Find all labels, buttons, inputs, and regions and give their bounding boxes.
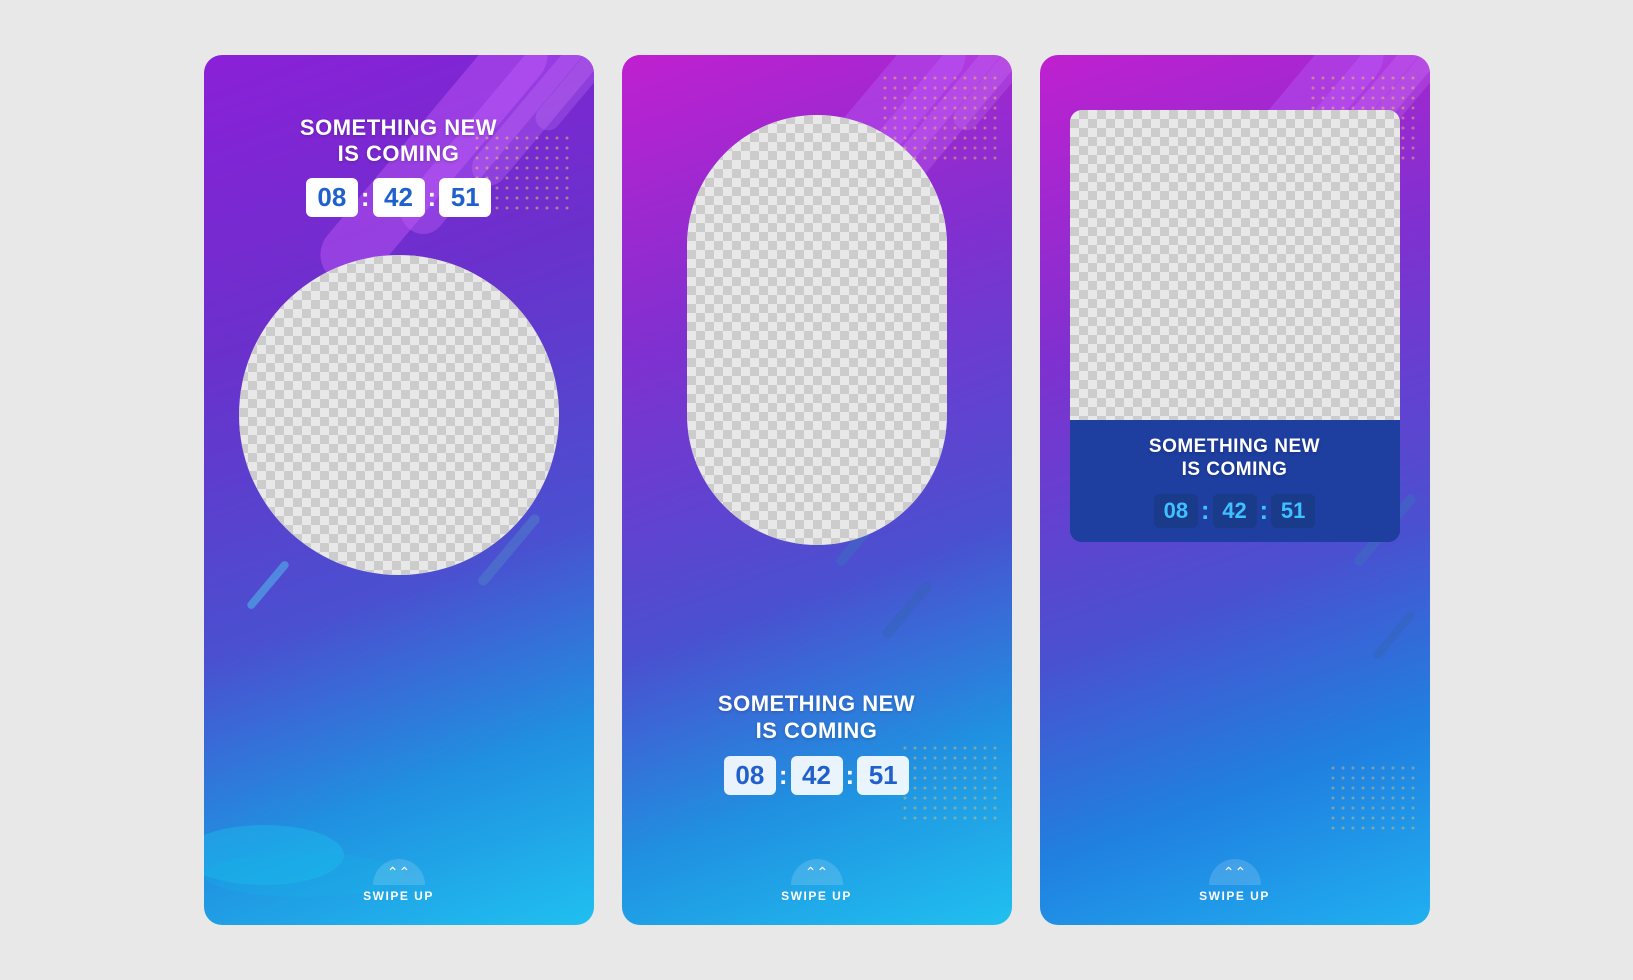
card3-hours: 08 [1154,494,1198,528]
card3-minutes: 42 [1213,494,1257,528]
card3-swipe-circle: ⌃⌃ [1209,859,1261,885]
card1-heading: SOMETHING NEW IS COMING [204,115,594,168]
card1-timer: 08 : 42 : 51 [204,178,594,217]
card2-heading: SOMETHING NEW IS COMING [622,691,1012,744]
card3-swipe-up[interactable]: ⌃⌃ SWIPE UP [1040,859,1430,903]
card3-swipe-label: SWIPE UP [1199,889,1270,903]
card2-colon2: : [846,760,855,791]
card3-timer: 08 : 42 : 51 [1086,494,1384,528]
card1-image-placeholder [239,255,559,575]
card2-colon1: : [779,760,788,791]
card2-image-placeholder [687,115,947,545]
card2-swipe-circle: ⌃⌃ [791,859,843,885]
card3-text-area: SOMETHING NEW IS COMING 08 : 42 : 51 [1070,420,1400,542]
card3-chevron-icon: ⌃⌃ [1223,865,1246,879]
card3-colon2: : [1260,495,1269,526]
card2-swipe-up[interactable]: ⌃⌃ SWIPE UP [622,859,1012,903]
card3-colon1: : [1201,495,1210,526]
card2-seconds: 51 [857,756,909,795]
card1-colon1: : [361,182,370,213]
card2-chevron-icon: ⌃⌃ [805,865,828,879]
card-2: SOMETHING NEW IS COMING 08 : 42 : 51 ⌃⌃ … [622,55,1012,925]
card2-swipe-label: SWIPE UP [781,889,852,903]
card2-hours: 08 [724,756,776,795]
card1-minutes: 42 [373,178,425,217]
card2-minutes: 42 [791,756,843,795]
card-1: SOMETHING NEW IS COMING 08 : 42 : 51 ⌃⌃ … [204,55,594,925]
card3-image-placeholder [1070,110,1400,420]
card1-seconds: 51 [439,178,491,217]
card1-heading-block: SOMETHING NEW IS COMING 08 : 42 : 51 [204,115,594,217]
card2-timer: 08 : 42 : 51 [622,756,1012,795]
card1-colon2: : [428,182,437,213]
card3-seconds: 51 [1271,494,1315,528]
card1-swipe-circle: ⌃⌃ [373,859,425,885]
card1-chevron-icon: ⌃⌃ [387,865,410,879]
card1-swipe-up[interactable]: ⌃⌃ SWIPE UP [204,859,594,903]
card1-hours: 08 [306,178,358,217]
card1-swipe-label: SWIPE UP [363,889,434,903]
card3-info-box: SOMETHING NEW IS COMING 08 : 42 : 51 [1070,110,1400,542]
card-3: SOMETHING NEW IS COMING 08 : 42 : 51 ⌃⌃ … [1040,55,1430,925]
card3-heading: SOMETHING NEW IS COMING [1086,436,1384,482]
card2-text-block: SOMETHING NEW IS COMING 08 : 42 : 51 [622,691,1012,795]
